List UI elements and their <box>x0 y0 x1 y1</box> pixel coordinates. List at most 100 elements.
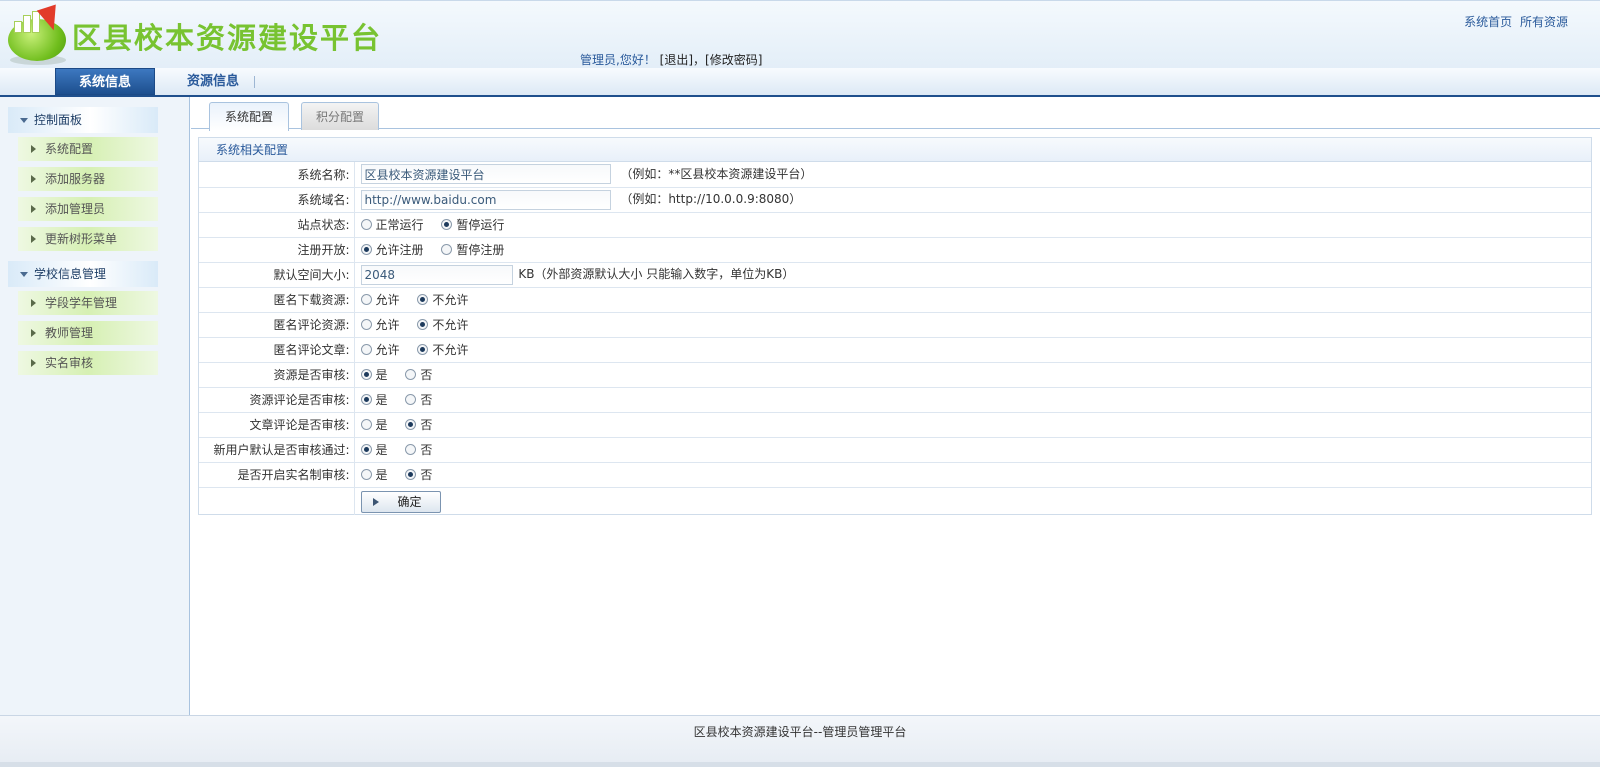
radio-label: 是 <box>375 443 388 457</box>
radio-label: 暂停注册 <box>456 243 505 257</box>
taskbar-strip <box>0 762 1600 767</box>
radio-label: 是 <box>375 368 388 382</box>
sidebar-group-label: 控制面板 <box>34 113 83 127</box>
caret-right-icon <box>31 205 36 213</box>
field-label: 默认空间大小: <box>199 262 355 288</box>
form-row: 注册开放: 允许注册 暂停注册 <box>199 237 1591 263</box>
sidebar-item-label: 学段学年管理 <box>45 296 118 310</box>
resource-review-yes-radio[interactable] <box>360 369 372 380</box>
all-resources-link[interactable]: 所有资源 <box>1520 15 1568 29</box>
anon-download-deny-radio[interactable] <box>417 294 429 305</box>
radio-label: 否 <box>420 468 433 482</box>
radio-label: 否 <box>420 443 433 457</box>
sidebar-item-label: 更新树形菜单 <box>45 232 118 246</box>
sidebar-group-school-info[interactable]: 学校信息管理 <box>8 261 158 287</box>
submit-button-label: 确定 <box>397 495 422 510</box>
footer-text: 区县校本资源建设平台--管理员管理平台 <box>693 725 907 739</box>
radio-label: 否 <box>420 368 433 382</box>
anon-download-allow-radio[interactable] <box>360 294 372 305</box>
form-row: 匿名下载资源: 允许 不允许 <box>199 287 1591 313</box>
top-links: 系统首页 所有资源 <box>1460 13 1568 30</box>
footer: 区县校本资源建设平台--管理员管理平台 <box>0 715 1600 767</box>
anon-comment-article-allow-radio[interactable] <box>360 344 372 355</box>
caret-down-icon <box>20 118 28 123</box>
link-separator: ， <box>693 53 706 67</box>
sidebar-item-teachers[interactable]: 教师管理 <box>18 321 158 345</box>
field-label: 站点状态: <box>199 212 355 238</box>
form-row: 文章评论是否审核: 是 否 <box>199 412 1591 438</box>
field-label: 注册开放: <box>199 237 355 263</box>
radio-label: 允许 <box>375 318 400 332</box>
field-label: 系统名称: <box>199 162 355 188</box>
resource-comment-review-no-radio[interactable] <box>405 394 417 405</box>
new-user-approved-no-radio[interactable] <box>405 444 417 455</box>
registration-allow-radio[interactable] <box>360 244 372 255</box>
radio-label: 是 <box>375 418 388 432</box>
form-row: 确定 <box>199 487 1591 515</box>
radio-label: 允许 <box>375 343 400 357</box>
sidebar-item-label: 系统配置 <box>45 142 94 156</box>
radio-label: 暂停运行 <box>456 218 505 232</box>
caret-right-icon <box>31 145 36 153</box>
sidebar-item-add-admin[interactable]: 添加管理员 <box>18 197 158 221</box>
caret-down-icon <box>20 272 28 277</box>
radio-label: 不允许 <box>432 343 469 357</box>
form-row: 是否开启实名制审核: 是 否 <box>199 462 1591 488</box>
form-row: 新用户默认是否审核通过: 是 否 <box>199 437 1591 463</box>
empty-label-cell <box>199 487 355 515</box>
home-link[interactable]: 系统首页 <box>1464 15 1512 29</box>
system-name-input[interactable] <box>360 164 611 185</box>
form-row: 匿名评论文章: 允许 不允许 <box>199 337 1591 363</box>
system-domain-input[interactable] <box>360 189 611 210</box>
default-space-input[interactable] <box>360 264 513 285</box>
new-user-approved-yes-radio[interactable] <box>360 444 372 455</box>
logout-link[interactable]: [退出] <box>660 53 693 67</box>
anon-comment-resource-allow-radio[interactable] <box>360 319 372 330</box>
sidebar-group-label: 学校信息管理 <box>34 267 107 281</box>
nav-tab-resource-info[interactable]: 资源信息 <box>168 68 258 95</box>
sidebar-item-label: 添加服务器 <box>45 172 106 186</box>
field-label: 新用户默认是否审核通过: <box>199 437 355 463</box>
nav-tab-system-info[interactable]: 系统信息 <box>55 68 155 95</box>
realname-review-no-radio[interactable] <box>405 469 417 480</box>
site-status-paused-radio[interactable] <box>441 219 453 230</box>
form-row: 资源是否审核: 是 否 <box>199 362 1591 388</box>
caret-right-icon <box>31 175 36 183</box>
sidebar-item-grade-year[interactable]: 学段学年管理 <box>18 291 158 315</box>
form-row: 系统域名: （例如：http://10.0.0.9:8080） <box>199 187 1591 213</box>
radio-label: 否 <box>420 418 433 432</box>
play-arrow-icon <box>372 498 379 507</box>
tab-points-config[interactable]: 积分配置 <box>301 102 379 130</box>
change-password-link[interactable]: [修改密码] <box>705 53 762 67</box>
anon-comment-resource-deny-radio[interactable] <box>417 319 429 330</box>
radio-label: 正常运行 <box>375 218 424 232</box>
field-label: 文章评论是否审核: <box>199 412 355 438</box>
sidebar-item-realname-review[interactable]: 实名审核 <box>18 351 158 375</box>
site-status-normal-radio[interactable] <box>360 219 372 230</box>
sidebar-item-update-tree-menu[interactable]: 更新树形菜单 <box>18 227 158 251</box>
config-form: 系统名称: （例如：**区县校本资源建设平台） 系统域名: （例如：http:/… <box>199 162 1591 515</box>
resource-comment-review-yes-radio[interactable] <box>360 394 372 405</box>
article-comment-review-no-radio[interactable] <box>405 419 417 430</box>
submit-button[interactable]: 确定 <box>360 491 441 514</box>
form-row: 默认空间大小: KB（外部资源默认大小 只能输入数字，单位为KB） <box>199 262 1591 288</box>
anon-comment-article-deny-radio[interactable] <box>417 344 429 355</box>
article-comment-review-yes-radio[interactable] <box>360 419 372 430</box>
form-row: 匿名评论资源: 允许 不允许 <box>199 312 1591 338</box>
caret-right-icon <box>31 359 36 367</box>
field-label: 资源评论是否审核: <box>199 387 355 413</box>
resource-review-no-radio[interactable] <box>405 369 417 380</box>
radio-label: 不允许 <box>432 318 469 332</box>
sidebar-item-label: 实名审核 <box>45 356 94 370</box>
field-label: 资源是否审核: <box>199 362 355 388</box>
form-row: 资源评论是否审核: 是 否 <box>199 387 1591 413</box>
registration-pause-radio[interactable] <box>441 244 453 255</box>
realname-review-yes-radio[interactable] <box>360 469 372 480</box>
sidebar: 控制面板 系统配置 添加服务器 添加管理员 更新树形菜单 学校信息管理 学段学年… <box>0 97 190 715</box>
sidebar-group-control-panel[interactable]: 控制面板 <box>8 107 158 133</box>
system-domain-hint: （例如：http://10.0.0.9:8080） <box>620 192 802 206</box>
radio-label: 是 <box>375 393 388 407</box>
tab-system-config[interactable]: 系统配置 <box>209 102 289 131</box>
sidebar-item-system-config[interactable]: 系统配置 <box>18 137 158 161</box>
sidebar-item-add-server[interactable]: 添加服务器 <box>18 167 158 191</box>
